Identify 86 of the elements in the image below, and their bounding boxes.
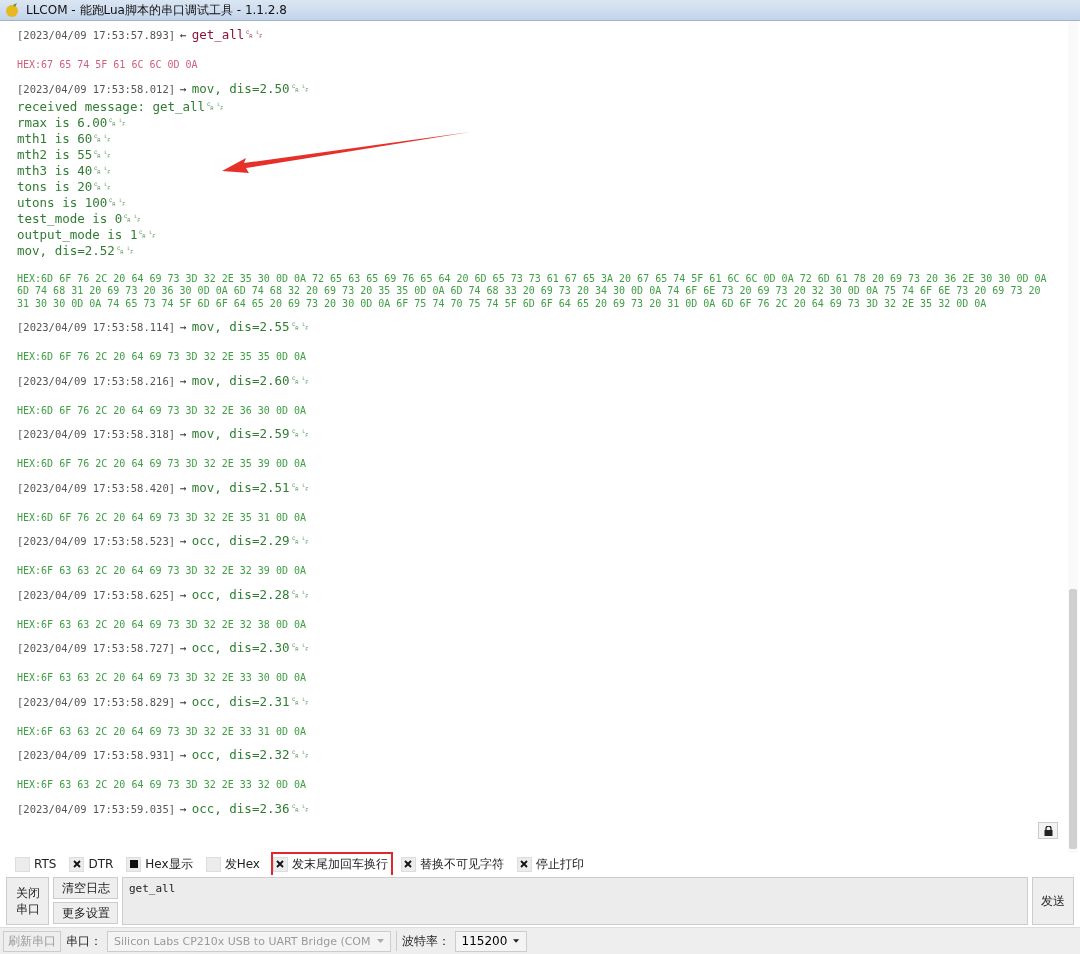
check-cross-icon (404, 860, 413, 868)
log-message: received message: get_all␍␊ (17, 98, 227, 115)
hex-dump: HEX:6F 63 63 2C 20 64 69 73 3D 32 2E 32 38 0D 0A (17, 618, 307, 631)
log-message: mov, dis=2.59␍␊ (191, 426, 310, 442)
log-message: occ, dis=2.28␍␊ (191, 586, 310, 603)
direction-arrow: → (180, 481, 187, 495)
hex-dump: HEX:6D 6F 76 2C 20 64 69 73 3D 32 2E 36 30 0D 0A (17, 404, 307, 417)
log-message: mth2 is 55␍␊ (17, 146, 114, 163)
log-message: occ, dis=2.30␍␊ (191, 640, 310, 656)
log-message: test_mode is 0␍␊ (17, 210, 144, 227)
timestamp: [2023/04/09 17:53:58.931] (17, 749, 176, 761)
caret-icon (376, 939, 384, 943)
scrollbar[interactable] (1068, 21, 1078, 853)
timestamp: [2023/04/09 17:53:58.114] (17, 321, 176, 333)
timestamp: [2023/04/09 17:53:58.216] (17, 374, 176, 387)
direction-arrow: → (180, 374, 187, 388)
hex-dump: HEX:6F 63 63 2C 20 64 69 73 3D 32 2E 33 30 0D 0A (17, 672, 307, 685)
log-message: get_all␍␊ (191, 27, 265, 43)
log-message: tons is 20␍␊ (17, 178, 114, 195)
hex-dump: HEX:6F 63 63 2C 20 64 69 73 3D 32 2E 33 31 0D 0A (17, 725, 307, 738)
direction-arrow: → (180, 695, 187, 709)
hex-dump: HEX:6D 6F 76 2C 20 64 69 73 3D 32 2E 35 31 0D 0A (17, 511, 307, 524)
timestamp: [2023/04/09 17:53:57.893] (17, 29, 176, 41)
log-message: mth3 is 40␍␊ (17, 162, 114, 179)
hex-dump: HEX:6D 6F 76 2C 20 64 69 73 3D 32 2E 35 30 0D 0A 72 65 63 65 69 76 65 64 20 6D 65 73 73 61 67 65 3A 20 67 65 74 5F 61 6C 6C 0D 0A 72 6D 61 78 20 69 73 20 36 2E 30 30 0D 0A 6D 74 68 31 20 69 73 20 36 30 0D 0A 6D 74 68 32 20 69 73 20 35 35 0D 0A 6D 74 68 33 20 69 73 20 34 30 0D 0A 74 6F 6E 73 20 69 73 20 32 30 0D 0A 75 74 6F 6E 73 20 69 73 20 31 30 30 0D 0A 74 65 73 74 5F 6D 6F 64 65 20 69 73 20 30 0D 0A 6F 75 74 70 75 74 5F 6D 6F 64 65 20 69 73 20 31 0D 0A 6D 6F 76 2C 20 64 69 73 3D 32 2E 35 32 0D 0A (17, 272, 1047, 310)
timestamp: [2023/04/09 17:53:58.012] (17, 82, 176, 95)
direction-arrow: → (180, 802, 187, 816)
clear-log-button[interactable]: 清空日志 (53, 877, 118, 899)
log-message: mov, dis=2.60␍␊ (191, 372, 310, 389)
log-message: utons is 100␍␊ (17, 194, 129, 211)
port-label: 串口： (66, 932, 102, 950)
hex-dump: HEX:6D 6F 76 2C 20 64 69 73 3D 32 2E 35 35 0D 0A (17, 351, 307, 364)
log-message: mov, dis=2.51␍␊ (191, 479, 310, 496)
direction-arrow: → (180, 535, 187, 548)
indeterminate-square-icon (129, 860, 138, 868)
checkbox-box (205, 856, 221, 872)
timestamp: [2023/04/09 17:53:59.035] (17, 802, 176, 815)
timestamp: [2023/04/09 17:53:58.318] (17, 428, 176, 440)
direction-arrow: → (180, 82, 187, 96)
timestamp: [2023/04/09 17:53:58.420] (17, 481, 176, 494)
direction-arrow: → (180, 321, 187, 334)
checkbox-box (15, 856, 30, 872)
timestamp: [2023/04/09 17:53:58.523] (17, 535, 176, 547)
hex-dump: HEX:6D 6F 76 2C 20 64 69 73 3D 32 2E 35 39 0D 0A (17, 458, 307, 471)
direction-arrow: ← (180, 29, 187, 42)
log-message: mov, dis=2.55␍␊ (191, 319, 310, 335)
check-cross-icon (520, 860, 529, 868)
checkbox[interactable]: RTS (13, 852, 62, 876)
hex-dump: HEX:6F 63 63 2C 20 64 69 73 3D 32 2E 33 32 0D 0A (17, 779, 307, 792)
lock-icon (1043, 825, 1053, 836)
baud-rate-dropdown[interactable]: 115200 (454, 930, 527, 952)
checkbox[interactable]: 发Hex (203, 851, 265, 877)
lock-button[interactable] (1038, 822, 1058, 839)
hex-dump: HEX:67 65 74 5F 61 6C 6C 0D 0A (17, 59, 199, 72)
log-message: occ, dis=2.32␍␊ (191, 747, 310, 763)
close-port-button[interactable]: 关闭串口 (6, 877, 49, 925)
more-settings-button[interactable]: 更多设置 (53, 902, 118, 924)
log-message: mov, dis=2.50␍␊ (191, 80, 310, 97)
log-message: mov, dis=2.52␍␊ (17, 242, 136, 259)
checkbox[interactable]: Hex显示 (124, 851, 198, 877)
direction-arrow: → (180, 428, 187, 441)
send-button[interactable]: 发送 (1032, 877, 1074, 925)
checkbox[interactable]: DTR (67, 852, 119, 876)
timestamp: [2023/04/09 17:53:58.625] (17, 588, 176, 601)
window-title: LLCOM - 能跑Lua脚本的串口调试工具 - 1.1.2.8 (26, 1, 287, 19)
caret-icon (513, 939, 520, 943)
timestamp: [2023/04/09 17:53:58.727] (17, 642, 176, 654)
check-cross-icon (276, 860, 285, 868)
scrollbar-thumb[interactable] (1069, 589, 1077, 849)
checkbox[interactable]: 替换不可见字符 (398, 851, 509, 877)
direction-arrow: → (180, 588, 187, 602)
log-message: mth1 is 60␍␊ (17, 130, 114, 147)
log-message: occ, dis=2.31␍␊ (191, 693, 310, 710)
baud-rate-label: 波特率： (401, 932, 450, 950)
direction-arrow: → (180, 642, 187, 655)
check-cross-icon (72, 860, 81, 868)
direction-arrow: → (180, 749, 187, 762)
app-logo-icon (4, 2, 20, 18)
checkbox[interactable]: 停止打印 (514, 851, 589, 877)
log-message: occ, dis=2.36␍␊ (191, 800, 310, 817)
log-message: rmax is 6.00␍␊ (17, 114, 129, 131)
timestamp: [2023/04/09 17:53:58.829] (17, 695, 176, 708)
hex-dump: HEX:6F 63 63 2C 20 64 69 73 3D 32 2E 32 39 0D 0A (17, 565, 307, 578)
log-message: output_mode is 1␍␊ (17, 226, 159, 243)
send-input-field[interactable]: get_all (122, 877, 1028, 925)
log-message: occ, dis=2.29␍␊ (191, 533, 310, 549)
